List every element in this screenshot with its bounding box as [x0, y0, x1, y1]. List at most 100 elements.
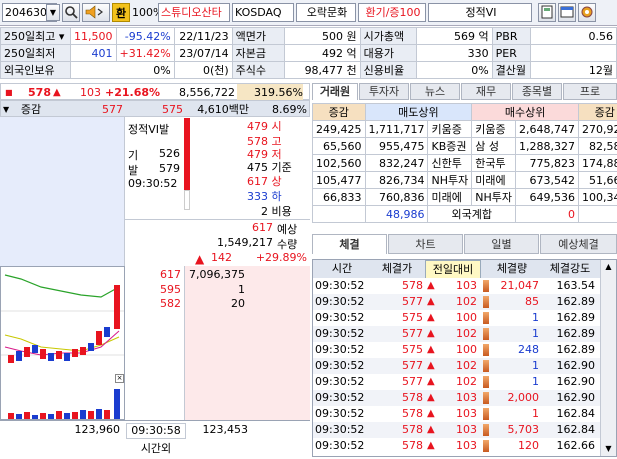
speaker-icon[interactable]	[82, 3, 110, 22]
candle	[32, 345, 38, 353]
tab-by-stock[interactable]: 종목별	[512, 83, 562, 100]
save-icon[interactable]	[538, 3, 556, 22]
foreign-total-row: 48,986 외국계합 0	[312, 205, 617, 223]
trade-price: 578	[402, 423, 423, 436]
up-arrow-icon: ▲	[427, 280, 435, 291]
trade-time: 09:30:52	[315, 295, 365, 308]
par-value-label: 액면가	[231, 27, 285, 45]
candle	[72, 349, 78, 357]
trade-change: 102	[456, 327, 477, 340]
trade-row[interactable]: 09:30:52 575 ▲ 100 1 162.89	[313, 310, 616, 326]
broker-header-sell-top: 매도상위	[364, 103, 473, 121]
trade-row[interactable]: 09:30:52 578 ▲ 103 5,703 162.84	[313, 422, 616, 438]
trade-row[interactable]: 09:30:52 577 ▲ 102 1 162.90	[313, 358, 616, 374]
open-label: 시	[271, 120, 282, 133]
scroll-up-icon[interactable]: ▲	[601, 260, 616, 274]
trades-scrollbar[interactable]: ▲ ▼	[600, 260, 616, 456]
trade-row[interactable]: 09:30:52 575 ▲ 100 248 162.89	[313, 342, 616, 358]
trade-change: 102	[456, 375, 477, 388]
col-qty: 체결량	[496, 262, 528, 275]
trade-row[interactable]: 09:30:52 578 ▲ 103 2,000 162.90	[313, 390, 616, 406]
broker-row[interactable]: 65,560955,475KB증권삼 성1,288,32782,583	[312, 137, 617, 155]
broker-row[interactable]: 105,477826,734NH투자미래에673,54251,668	[312, 171, 617, 189]
price-range-bar-lower	[184, 190, 190, 210]
tab-news[interactable]: 뉴스	[410, 83, 460, 100]
candle	[64, 353, 70, 361]
trade-row[interactable]: 09:30:52 577 ▲ 102 1 162.89	[313, 326, 616, 342]
candle	[24, 347, 30, 357]
col-price: 체결가	[381, 262, 413, 275]
low250-date: 23/07/14	[173, 44, 233, 62]
trade-price: 577	[402, 295, 423, 308]
upper-limit-label: 상	[271, 175, 282, 188]
collapse-icon[interactable]: ▼	[3, 101, 9, 118]
tab-expected[interactable]: 예상체결	[540, 234, 617, 254]
code-dropdown-button[interactable]: ▼	[46, 4, 60, 21]
trade-strength: 162.90	[556, 391, 596, 404]
price-marker: ■	[5, 88, 13, 97]
chart-close-icon[interactable]: ×	[115, 374, 124, 383]
broker-row[interactable]: 66,833760,836미래에NH투자649,536100,346	[312, 188, 617, 206]
trade-change: 103	[456, 423, 477, 436]
trade-row[interactable]: 09:30:52 578 ▲ 103 21,047 163.54	[313, 278, 616, 294]
mini-chart-svg	[1, 274, 124, 419]
trade-price: 578	[402, 279, 423, 292]
tab-finance[interactable]: 재무	[461, 83, 511, 100]
market-cap: 569 억	[415, 27, 493, 45]
trade-price: 577	[402, 327, 423, 340]
col-strength: 체결강도	[549, 262, 591, 275]
trade-price: 578	[402, 391, 423, 404]
tab-program[interactable]: 프로	[563, 83, 617, 100]
lower-limit: 333	[247, 190, 268, 203]
candle	[40, 349, 46, 359]
credit-ratio-label: 신용비율	[359, 61, 417, 79]
trade-qty: 1	[532, 311, 539, 324]
tab-investor[interactable]: 투자자	[359, 83, 409, 100]
bid-list: 617 7,096,375 595 1 582 20	[125, 266, 310, 311]
expect-area: 617 예상 1,549,217 수량 ▲ 142 +29.89%	[125, 219, 310, 266]
trade-time: 09:30:52	[315, 343, 365, 356]
search-icon[interactable]	[62, 3, 80, 22]
broker-row[interactable]: 249,4251,711,717키움증키움증2,648,747270,921	[312, 120, 617, 138]
tab-chart[interactable]: 차트	[388, 234, 463, 254]
trade-row[interactable]: 09:30:52 577 ▲ 102 85 162.89	[313, 294, 616, 310]
scroll-down-icon[interactable]: ▼	[601, 442, 616, 456]
up-arrow-icon: ▲	[427, 296, 435, 307]
stock-name[interactable]: 스튜디오산타	[158, 3, 230, 22]
current-price: 578	[28, 86, 51, 99]
candle	[114, 285, 120, 329]
gear-icon[interactable]	[578, 3, 596, 22]
capital-label: 자본금	[231, 44, 285, 62]
low-label: 저	[271, 148, 282, 161]
vi-status-field: 정적VI	[428, 3, 532, 22]
trade-change: 103	[456, 407, 477, 420]
trade-change: 100	[456, 343, 477, 356]
window-icon[interactable]	[558, 3, 576, 22]
volume-bar	[72, 412, 78, 419]
trade-qty: 5,703	[507, 423, 540, 436]
shares-label: 주식수	[231, 61, 285, 79]
trade-row[interactable]: 09:30:52 577 ▲ 102 1 162.90	[313, 374, 616, 390]
trade-tabs: 체결 차트 일별 예상체결	[312, 234, 617, 255]
broker-row[interactable]: 102,560832,247신한투한국투775,823174,883	[312, 154, 617, 172]
tab-daily[interactable]: 일별	[464, 234, 539, 254]
tab-trades[interactable]: 체결	[312, 234, 387, 254]
credit-ratio: 0%	[415, 61, 493, 79]
ob-time: 09:30:58	[126, 423, 186, 439]
tab-broker[interactable]: 거래원	[312, 83, 358, 100]
foreign-qty: 0(천)	[173, 61, 233, 79]
trade-price: 575	[402, 343, 423, 356]
trade-time: 09:30:52	[315, 359, 365, 372]
mini-chart[interactable]: ×	[0, 266, 125, 420]
expect-rate: +29.89%	[255, 251, 307, 264]
expect-up-arrow-icon: ▲	[195, 252, 205, 266]
after-hours-label: 시간외	[140, 442, 172, 455]
price-range-bar	[184, 118, 190, 192]
trade-row[interactable]: 09:30:52 578 ▲ 103 1 162.84	[313, 406, 616, 422]
trade-row[interactable]: 09:30:52 578 ▲ 103 120 162.66	[313, 438, 616, 454]
cost-value: 2	[261, 205, 268, 218]
high250-label[interactable]: 250일최고 ▾	[0, 27, 71, 45]
trade-qty: 21,047	[500, 279, 540, 292]
volume-bar	[64, 413, 70, 419]
trade-time: 09:30:52	[315, 279, 365, 292]
